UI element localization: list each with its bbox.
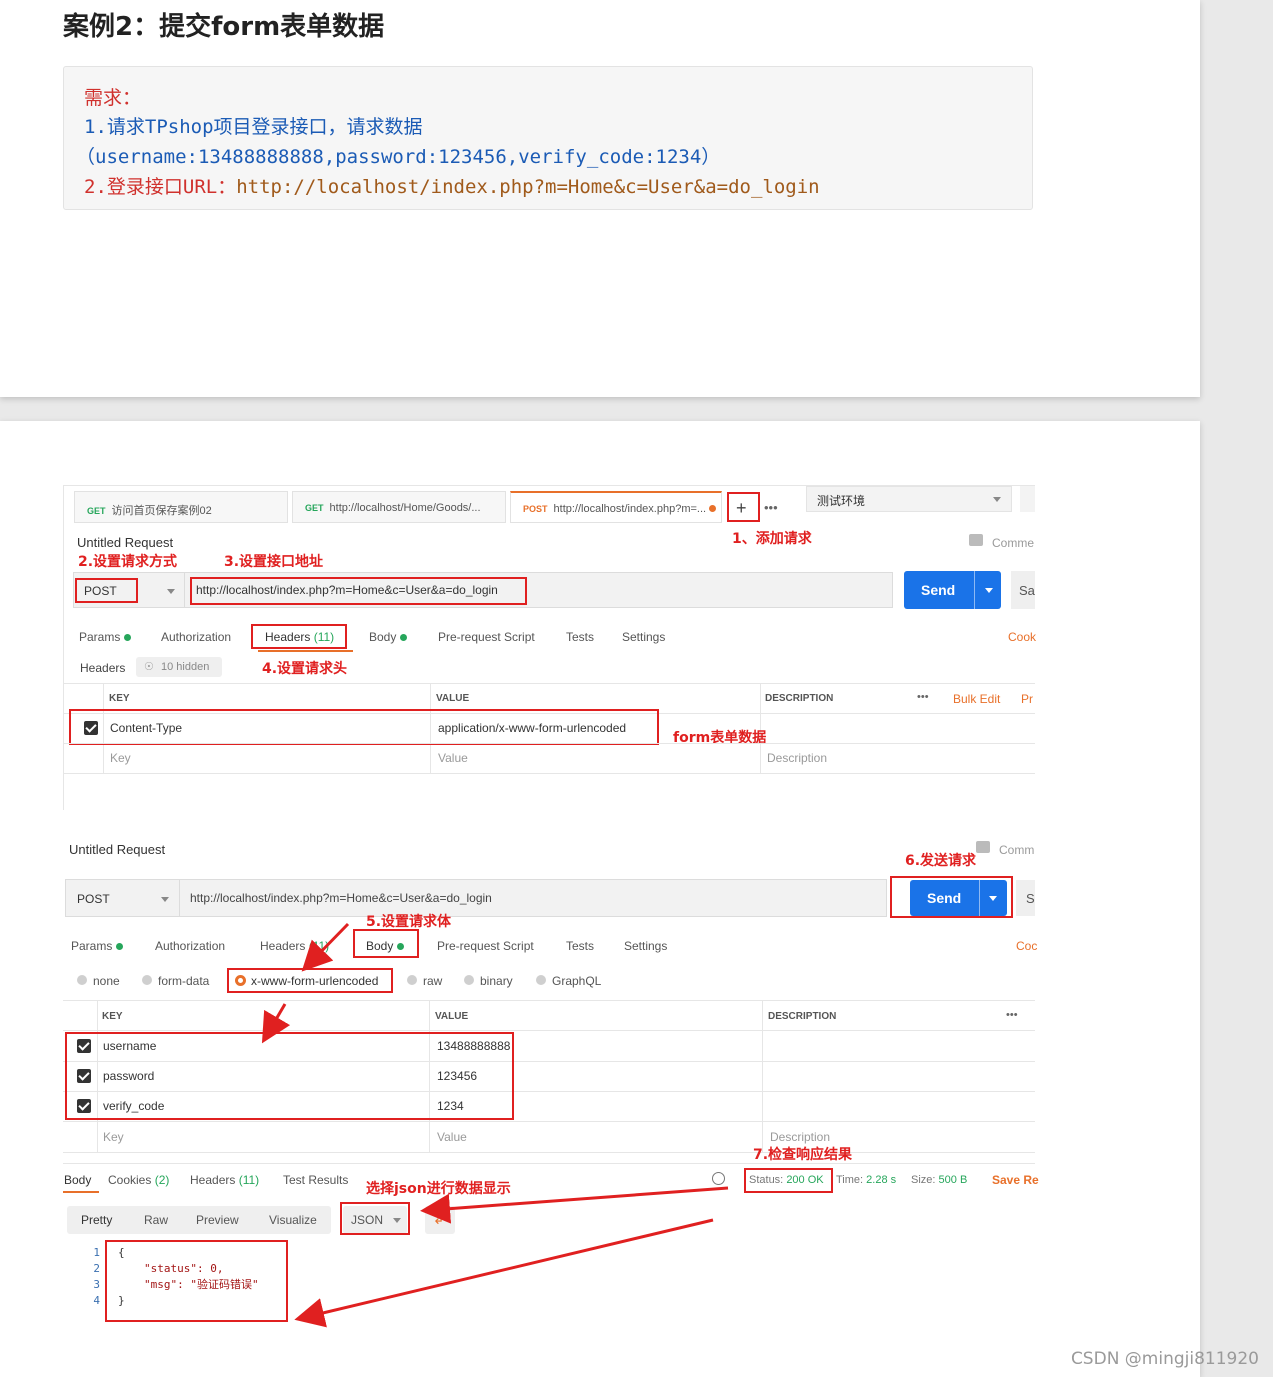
arrow-to-body-rows <box>261 1003 291 1044</box>
annotation-arrows <box>261 922 729 1328</box>
arrow-to-urlencoded <box>301 922 350 972</box>
arrow-to-json-select <box>420 1186 729 1224</box>
watermark: CSDN @mingji811920 <box>1070 1349 1259 1369</box>
arrow-to-json-body <box>294 1218 714 1328</box>
